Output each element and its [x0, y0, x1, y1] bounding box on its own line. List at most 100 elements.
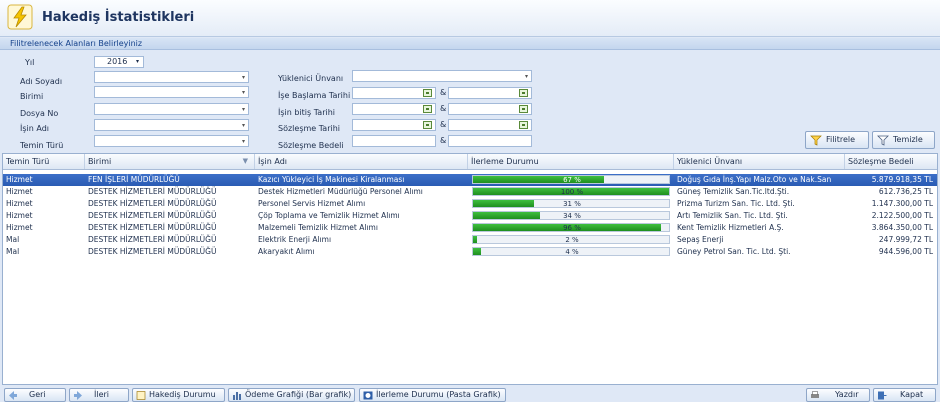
calendar-icon[interactable] [423, 89, 432, 97]
cell-sozlesme-bedeli: 2.122.500,00 TL [871, 211, 933, 220]
adi-soyadi-select[interactable]: ▾ [94, 71, 249, 83]
dosya-no-select[interactable]: ▾ [94, 103, 249, 115]
funnel-lightning-icon [810, 135, 822, 146]
cell-isin-adi: Elektrik Enerji Alımı [258, 235, 332, 244]
results-grid: Temin Türü Birimi ▼ İşin Adı İlerleme Du… [2, 153, 938, 385]
cell-yuklenici: Güneş Temizlik San.Tic.ltd.Şti. [677, 187, 790, 196]
ise-baslama-label: İşe Başlama Tarihi [278, 91, 351, 100]
calendar-icon[interactable] [423, 121, 432, 129]
column-header-ilerleme-durumu[interactable]: İlerleme Durumu [468, 154, 674, 169]
isin-adi-select[interactable]: ▾ [94, 119, 249, 131]
progress-label: 34 % [563, 212, 581, 220]
cell-temin-turu: Hizmet [6, 187, 33, 196]
progress-bar: 67 % [472, 175, 670, 184]
table-row[interactable]: Hizmet DESTEK HİZMETLERİ MÜDÜRLÜĞÜ Deste… [3, 186, 937, 198]
column-header-yuklenici-unvani[interactable]: Yüklenici Ünvanı [674, 154, 845, 169]
title-bar: Hakediş İstatistikleri [0, 0, 940, 37]
column-header-birimi[interactable]: Birimi ▼ [85, 154, 255, 169]
filter-button-label: Filitrele [826, 135, 856, 144]
dosya-no-label: Dosya No [20, 109, 59, 118]
year-select[interactable]: 2016 ▾ [94, 56, 144, 68]
birimi-label: Birimi [20, 92, 44, 101]
progress-label: 100 % [560, 188, 584, 196]
cell-birimi: DESTEK HİZMETLERİ MÜDÜRLÜĞÜ [88, 247, 217, 256]
cell-yuklenici: Doğuş Gıda İnş.Yapı Malz.Oto ve Nak.San [677, 175, 832, 184]
odeme-grafigi-label: Ödeme Grafiği (Bar grafik) [245, 390, 352, 399]
table-row[interactable]: Hizmet DESTEK HİZMETLERİ MÜDÜRLÜĞÜ Malze… [3, 222, 937, 234]
progress-label: 31 % [563, 200, 581, 208]
table-row[interactable]: Mal DESTEK HİZMETLERİ MÜDÜRLÜĞÜ Akaryakı… [3, 246, 937, 258]
cell-temin-turu: Mal [6, 247, 20, 256]
ise-baslama-start-date[interactable] [352, 87, 436, 99]
calendar-icon[interactable] [423, 105, 432, 113]
sort-desc-icon: ▼ [242, 157, 248, 165]
birimi-select[interactable]: ▾ [94, 86, 249, 98]
ise-baslama-end-date[interactable] [448, 87, 532, 99]
cell-sozlesme-bedeli: 3.864.350,00 TL [871, 223, 933, 232]
arrow-left-icon [9, 391, 17, 400]
printer-icon [811, 391, 819, 398]
progress-bar: 4 % [472, 247, 670, 256]
column-header-sozlesme-bedeli[interactable]: Sözleşme Bedeli [845, 154, 937, 169]
yuklenici-unvani-select[interactable]: ▾ [352, 70, 532, 82]
funnel-icon [877, 135, 889, 146]
chevron-down-icon: ▾ [241, 106, 245, 113]
sozlesme-start-date[interactable] [352, 119, 436, 131]
progress-label: 96 % [563, 224, 581, 232]
clear-button-label: Temizle [893, 135, 923, 144]
column-header-temin-turu[interactable]: Temin Türü [3, 154, 85, 169]
ampersand-2: & [440, 104, 447, 113]
document-icon [136, 391, 146, 400]
cell-birimi: DESTEK HİZMETLERİ MÜDÜRLÜĞÜ [88, 199, 217, 208]
table-row[interactable]: Mal DESTEK HİZMETLERİ MÜDÜRLÜĞÜ Elektrik… [3, 234, 937, 246]
isin-bitis-start-date[interactable] [352, 103, 436, 115]
clear-button[interactable]: Temizle [872, 131, 935, 149]
filter-button[interactable]: Filitrele [805, 131, 869, 149]
chevron-down-icon: ▾ [241, 138, 245, 145]
bottom-toolbar: Geri İleri Hakediş Durumu Ödeme Grafiği … [0, 386, 940, 402]
sozlesme-end-date[interactable] [448, 119, 532, 131]
sozlesme-bedeli-max[interactable] [448, 135, 532, 147]
cell-temin-turu: Mal [6, 235, 20, 244]
chevron-down-icon: ▾ [241, 74, 245, 81]
bar-chart-icon [233, 392, 241, 400]
chevron-down-icon: ▾ [524, 73, 528, 80]
progress-bar: 31 % [472, 199, 670, 208]
cell-sozlesme-bedeli: 944.596,00 TL [878, 247, 933, 256]
cell-birimi: DESTEK HİZMETLERİ MÜDÜRLÜĞÜ [88, 211, 217, 220]
column-header-isin-adi[interactable]: İşin Adı [255, 154, 468, 169]
sozlesme-bedeli-min[interactable] [352, 135, 436, 147]
sozlesme-tarihi-label: Sözleşme Tarihi [278, 124, 341, 133]
ampersand-4: & [440, 136, 447, 145]
grid-header: Temin Türü Birimi ▼ İşin Adı İlerleme Du… [3, 154, 937, 170]
filter-header: Filitrelenecek Alanları Belirleyiniz [0, 38, 940, 50]
table-row[interactable]: Hizmet FEN İŞLERİ MÜDÜRLÜĞÜ Kazıcı Yükle… [3, 174, 937, 186]
temin-turu-select[interactable]: ▾ [94, 135, 249, 147]
cell-yuklenici: Sepaş Enerji [677, 235, 724, 244]
chevron-down-icon: ▾ [241, 89, 245, 96]
chevron-down-icon: ▾ [241, 122, 245, 129]
cell-yuklenici: Artı Temizlik San. Tic. Ltd. Şti. [677, 211, 788, 220]
cell-sozlesme-bedeli: 1.147.300,00 TL [871, 199, 933, 208]
back-button-label: Geri [29, 390, 46, 399]
forward-button-label: İleri [94, 390, 110, 399]
calendar-icon[interactable] [519, 105, 528, 113]
progress-bar: 2 % [472, 235, 670, 244]
window-title: Hakediş İstatistikleri [42, 10, 195, 25]
cell-birimi: DESTEK HİZMETLERİ MÜDÜRLÜĞÜ [88, 235, 217, 244]
cell-sozlesme-bedeli: 5.879.918,35 TL [871, 175, 933, 184]
arrow-right-icon [74, 391, 82, 400]
filter-panel: Yıl 2016 ▾ Adı Soyadı ▾ Birimi ▾ Dosya N… [0, 51, 940, 152]
table-row[interactable]: Hizmet DESTEK HİZMETLERİ MÜDÜRLÜĞÜ Perso… [3, 198, 937, 210]
calendar-icon[interactable] [519, 89, 528, 97]
cell-temin-turu: Hizmet [6, 223, 33, 232]
calendar-icon[interactable] [519, 121, 528, 129]
year-label: Yıl [25, 58, 35, 67]
column-header-birimi-label: Birimi [88, 157, 112, 166]
ilerleme-durumu-label: İlerleme Durumu (Pasta Grafik) [376, 390, 501, 399]
isin-adi-label: İşin Adı [20, 124, 49, 133]
cell-birimi: DESTEK HİZMETLERİ MÜDÜRLÜĞÜ [88, 187, 217, 196]
progress-label: 4 % [565, 248, 579, 256]
isin-bitis-end-date[interactable] [448, 103, 532, 115]
table-row[interactable]: Hizmet DESTEK HİZMETLERİ MÜDÜRLÜĞÜ Çöp T… [3, 210, 937, 222]
